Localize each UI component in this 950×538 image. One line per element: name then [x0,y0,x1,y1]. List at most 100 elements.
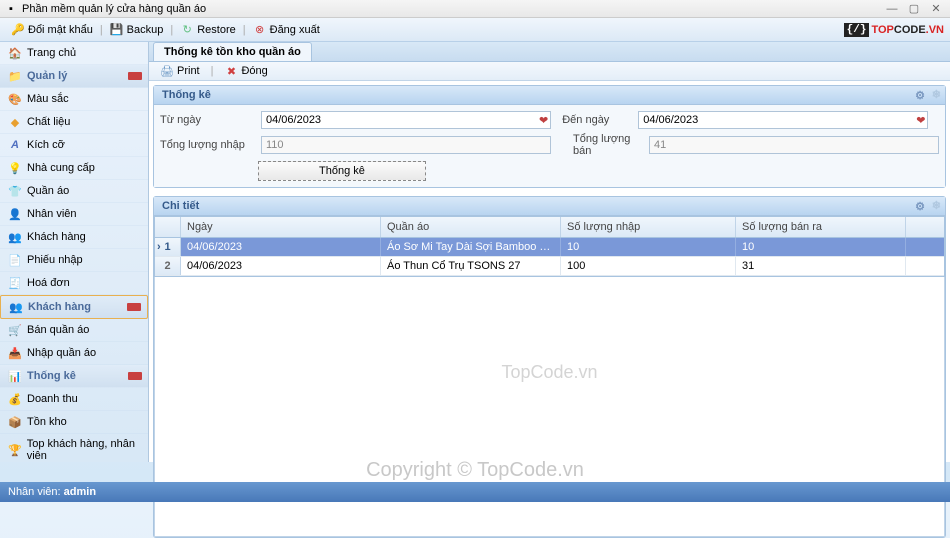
col-product[interactable]: Quần áo [381,217,561,237]
home-icon: 🏠 [8,46,22,60]
backup-icon: 💾 [110,23,124,37]
sidebar-item-size[interactable]: AKích cỡ [0,134,148,157]
gear-icon[interactable]: ⚙ [915,200,925,213]
change-password-button[interactable]: 🔑 Đổi mật khẩu [6,21,98,39]
titlebar: ▪ Phần mềm quản lý cửa hàng quần áo — ▢ … [0,0,950,18]
status-user-value: admin [64,486,96,498]
restore-icon: ↻ [180,23,194,37]
snowflake-icon: ❄ [932,199,941,212]
separator: | [170,24,173,36]
rownum-header [155,217,181,237]
sidebar-item-revenue[interactable]: 💰Doanh thu [0,388,148,411]
size-icon: A [8,138,22,152]
sidebar-item-sell[interactable]: 🛒Bán quần áo [0,319,148,342]
col-qty-in[interactable]: Số lượng nhập [561,217,736,237]
document-tabs: Thống kê tồn kho quần áo [149,42,950,62]
close-button[interactable]: ✖ Đóng [219,62,272,80]
grid-row[interactable]: 2 04/06/2023 Áo Thun Cổ Trụ TSONS 27 100… [155,257,944,276]
snowflake-icon: ❄ [932,88,941,101]
grid-header: Ngày Quần áo Số lượng nhập Số lượng bán … [155,217,944,238]
sidebar-item-material[interactable]: ◆Chất liệu [0,111,148,134]
tab-stock-stats[interactable]: Thống kê tồn kho quần áo [153,42,312,61]
sidebar-item-home[interactable]: 🏠Trang chủ [0,42,148,65]
heart-icon[interactable]: ❤ [916,114,925,127]
sidebar-item-stock[interactable]: 📦Tồn kho [0,411,148,434]
key-icon: 🔑 [11,23,25,37]
invoice-icon: 🧾 [8,276,22,290]
sidebar-header-customer[interactable]: 👥Khách hàng [0,295,148,319]
import-icon: 📥 [8,346,22,360]
to-date-input[interactable] [638,111,928,129]
statusbar: Nhân viên: admin [0,482,950,502]
col-date[interactable]: Ngày [181,217,381,237]
sidebar: 🏠Trang chủ 📁Quản lý 🎨Màu sắc ◆Chất liệu … [0,42,149,462]
sidebar-header-management[interactable]: 📁Quản lý [0,65,148,88]
content-area: Thống kê tồn kho quần áo 🖨 Print | ✖ Đón… [149,42,950,462]
watermark: TopCode.vn [501,362,597,383]
backup-button[interactable]: 💾 Backup [105,21,169,39]
material-icon: ◆ [8,115,22,129]
total-in-label: Tổng lượng nhập [160,139,255,151]
palette-icon: 🎨 [8,92,22,106]
separator: | [100,24,103,36]
status-user-label: Nhân viên: [8,486,61,498]
window-title: Phần mềm quản lý cửa hàng quần áo [22,3,206,15]
money-icon: 💰 [8,392,22,406]
clothes-icon: 👕 [8,184,22,198]
staff-icon: 👤 [8,207,22,221]
logout-icon: ⊗ [253,23,267,37]
badge-icon [128,372,142,380]
sidebar-item-invoice[interactable]: 🧾Hoá đơn [0,272,148,295]
trophy-icon: 🏆 [8,443,22,457]
sidebar-item-color[interactable]: 🎨Màu sắc [0,88,148,111]
sidebar-header-stats[interactable]: 📊Thống kê [0,365,148,388]
sidebar-item-clothes[interactable]: 👕Quần áo [0,180,148,203]
chart-icon: 📊 [8,369,22,383]
detail-panel-header: Chi tiết ⚙ ❄ [154,197,945,216]
from-date-label: Từ ngày [160,114,255,126]
stats-panel: Thống kê ⚙ ❄ Từ ngày ❤ Đến ngày ❤ Tổng l… [153,85,946,188]
maximize-button[interactable]: ▢ [904,2,924,16]
customer-icon: 👥 [8,230,22,244]
customer-icon: 👥 [9,300,23,314]
sell-icon: 🛒 [8,323,22,337]
sidebar-item-staff[interactable]: 👤Nhân viên [0,203,148,226]
col-qty-out[interactable]: Số lượng bán ra [736,217,906,237]
logout-button[interactable]: ⊗ Đăng xuất [248,21,325,39]
logo-bracket-icon: {/} [844,23,870,37]
run-stats-button[interactable]: Thống kê [258,161,426,181]
supplier-icon: 💡 [8,161,22,175]
print-icon: 🖨 [160,64,174,78]
badge-icon [127,303,141,311]
close-window-button[interactable]: ✕ [926,2,946,16]
restore-button[interactable]: ↻ Restore [175,21,241,39]
sidebar-item-top[interactable]: 🏆Top khách hàng, nhân viên [0,434,148,462]
detail-grid: Ngày Quần áo Số lượng nhập Số lượng bán … [154,216,945,277]
receipt-icon: 📄 [8,253,22,267]
stats-panel-header: Thống kê ⚙ ❄ [154,86,945,105]
sidebar-item-receipt[interactable]: 📄Phiếu nhập [0,249,148,272]
total-out-value [649,136,939,154]
to-date-label: Đến ngày [562,114,632,126]
sidebar-item-customer[interactable]: 👥Khách hàng [0,226,148,249]
total-out-label: Tổng lượng bán [573,133,643,157]
print-button[interactable]: 🖨 Print [155,62,205,80]
main-toolbar: 🔑 Đổi mật khẩu | 💾 Backup | ↻ Restore | … [0,18,950,42]
separator: | [243,24,246,36]
gear-icon[interactable]: ⚙ [915,89,925,102]
folder-icon: 📁 [8,69,22,83]
grid-row[interactable]: 1 04/06/2023 Áo Sơ Mi Tay Dài Sợi Bamboo… [155,238,944,257]
heart-icon[interactable]: ❤ [539,114,548,127]
from-date-input[interactable] [261,111,551,129]
sidebar-item-supplier[interactable]: 💡Nhà cung cấp [0,157,148,180]
content-toolbar: 🖨 Print | ✖ Đóng [149,62,950,81]
app-icon: ▪ [4,2,18,16]
close-icon: ✖ [224,64,238,78]
badge-icon [128,72,142,80]
box-icon: 📦 [8,415,22,429]
copyright-watermark: Copyright © TopCode.vn [366,459,584,482]
logo: {/} TOPCODE.VN [844,23,944,37]
minimize-button[interactable]: — [882,2,902,16]
total-in-value [261,136,551,154]
sidebar-item-import[interactable]: 📥Nhập quần áo [0,342,148,365]
